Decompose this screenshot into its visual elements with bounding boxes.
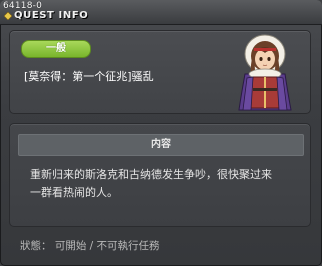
description-line-2: 一群看热闹的人。 (30, 186, 118, 199)
quest-category-badge: 一般 (21, 40, 91, 58)
quest-name: [莫奈得：第一个征兆]骚乱 (24, 70, 154, 83)
quest-status: 狀態： 可開始 / 不可執行任務 (20, 240, 160, 252)
window-title: QUEST INFO (14, 10, 89, 21)
description-line-1: 重新归来的斯洛克和古纳德发生争吵，很快聚过来 (30, 168, 272, 181)
content-header: 内容 (18, 134, 304, 156)
quest-description: 重新归来的斯洛克和古纳德发生争吵，很快聚过来 一群看热闹的人。 (30, 166, 300, 202)
diamond-icon (4, 12, 12, 20)
quest-summary-panel: 一般 [莫奈得：第一个征兆]骚乱 (9, 30, 311, 114)
title-bar[interactable]: 64118-0 QUEST INFO (0, 0, 322, 25)
npc-portrait (238, 34, 292, 111)
quest-content-panel: 内容 重新归来的斯洛克和古纳德发生争吵，很快聚过来 一群看热闹的人。 (9, 123, 311, 227)
